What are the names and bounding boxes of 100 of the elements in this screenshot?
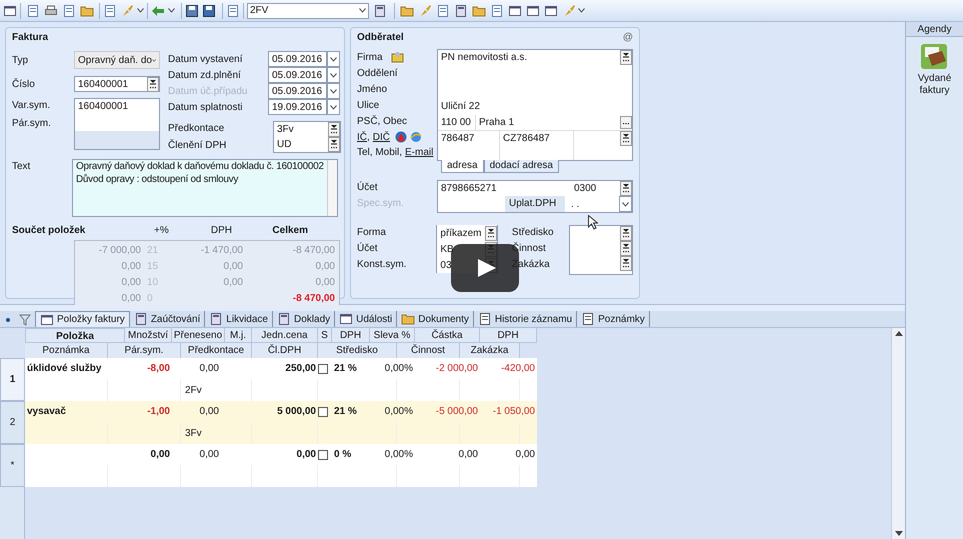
column-header[interactable]: Předkontace (181, 343, 252, 358)
lookup-button[interactable] (620, 241, 632, 256)
lookup-button[interactable] (620, 131, 632, 146)
document-icon[interactable] (490, 4, 504, 18)
grid-row[interactable]: vysavač -1,00 0,00 5 000,00 21 % 0,00% -5 000,00 -1 050,00 3Fv (25, 401, 537, 444)
column-header[interactable]: Středisko (318, 343, 397, 358)
preview-icon[interactable] (62, 4, 76, 18)
tab[interactable]: Likvidace (205, 311, 273, 327)
tab[interactable]: Poznámky (577, 311, 650, 327)
wallet-icon[interactable] (920, 43, 950, 71)
warning-icon[interactable] (395, 131, 408, 143)
checkbox[interactable] (318, 450, 328, 460)
folder-icon[interactable] (472, 4, 486, 18)
exit-icon[interactable] (3, 4, 17, 18)
ic-link[interactable]: IČ (357, 130, 367, 144)
row-header[interactable]: * (0, 444, 25, 487)
column-header[interactable]: Sleva % (370, 328, 415, 343)
lookup-button[interactable] (620, 181, 632, 196)
row-header[interactable]: 2 (0, 401, 25, 444)
folder-icon[interactable] (400, 4, 414, 18)
dropdown-button[interactable] (327, 51, 340, 67)
tab[interactable]: Zaúčtování (130, 311, 206, 327)
address-tab[interactable]: adresa (441, 160, 484, 173)
save-icon[interactable] (202, 4, 216, 18)
column-header[interactable]: Částka (415, 328, 480, 343)
scrollbar[interactable] (326, 160, 337, 216)
dic-link[interactable]: DIČ (372, 130, 390, 144)
dropdown-button[interactable] (327, 99, 340, 115)
copy-icon[interactable] (26, 4, 40, 18)
printer-icon[interactable] (44, 4, 58, 18)
column-header[interactable]: Pár.sym. (108, 343, 181, 358)
lookup-button[interactable] (620, 226, 632, 241)
column-header[interactable]: Zakázka (460, 343, 520, 358)
checkbox[interactable] (318, 364, 328, 374)
column-header[interactable]: Čl.DPH (252, 343, 318, 358)
date-field[interactable]: 05.09.2016 (268, 51, 327, 67)
column-header[interactable]: Činnost (397, 343, 460, 358)
folder-icon[interactable] (80, 4, 94, 18)
tab[interactable]: Doklady (273, 311, 336, 327)
agenda-item[interactable]: Vydané faktury (906, 73, 963, 97)
dropdown-button[interactable] (327, 83, 340, 99)
tab[interactable]: Události (335, 311, 398, 327)
globe-icon[interactable] (410, 131, 422, 143)
dropdown-button[interactable] (327, 67, 340, 83)
record-combo[interactable]: 2FV (247, 2, 369, 18)
window-icon[interactable] (40, 312, 54, 326)
tab[interactable]: Dokumenty (397, 311, 474, 327)
column-header[interactable]: Množství (125, 328, 172, 343)
input-field[interactable]: 3Fv (274, 122, 340, 137)
column-header[interactable]: M.j. (225, 328, 252, 343)
lookup-button[interactable] (620, 256, 632, 271)
grid-row[interactable]: 0,00 0,00 0,00 0 % 0,00% 0,00 0,00 (25, 444, 537, 487)
window-icon[interactable] (508, 4, 522, 18)
symbol-box[interactable]: 160400001 (74, 98, 160, 150)
scroll-down-icon[interactable] (894, 531, 902, 537)
lookup-button[interactable] (484, 226, 497, 240)
save-icon[interactable] (185, 4, 199, 18)
column-header[interactable]: Položka (25, 328, 125, 343)
dropdown-button[interactable] (619, 196, 632, 212)
document-icon[interactable] (436, 4, 450, 18)
table-cell-text: 0,00% (384, 448, 414, 462)
lookup-button[interactable] (328, 122, 340, 137)
document-icon[interactable] (478, 312, 492, 326)
type-select[interactable]: Opravný daň. do (74, 51, 160, 69)
calculator-icon[interactable] (454, 4, 468, 18)
browse-button[interactable] (620, 116, 632, 128)
input-field[interactable]: příkazem (436, 225, 498, 241)
column-header[interactable]: Jedn.cena (252, 328, 318, 343)
column-header[interactable]: Poznámka (25, 343, 108, 358)
person-card-icon[interactable] (390, 51, 404, 63)
window-icon[interactable] (339, 312, 354, 326)
email-link[interactable]: E-mail (405, 145, 434, 160)
lookup-button[interactable] (147, 76, 159, 92)
address-box[interactable]: PN nemovitosti a.s. Uliční 22 110 00 Praha 1 786487 CZ786487 (437, 49, 633, 161)
document-icon[interactable] (581, 312, 596, 326)
date-field[interactable]: 19.09.2016 (268, 99, 327, 115)
row-header[interactable]: 1 (0, 358, 25, 401)
copy-icon[interactable] (226, 4, 240, 18)
tab[interactable]: Položky faktury (35, 311, 130, 327)
input-field[interactable]: 160400001 (74, 76, 160, 92)
checkbox[interactable] (318, 406, 328, 416)
scroll-up-icon[interactable] (894, 330, 902, 336)
lookup-button[interactable] (328, 137, 340, 152)
document-icon[interactable] (103, 4, 117, 18)
window-icon[interactable] (526, 4, 540, 18)
account-box[interactable]: 8798665271 0300 Uplat.DPH . . (437, 180, 633, 213)
tab[interactable]: Historie záznamu (474, 311, 578, 327)
input-field[interactable]: UD (274, 137, 340, 152)
lookup-button[interactable] (620, 50, 632, 65)
address-tab[interactable]: dodací adresa (484, 160, 559, 173)
column-header[interactable]: DPH (332, 328, 370, 343)
text-area[interactable]: Opravný daňový doklad k daňovému dokladu č. 160100002 Důvod opravy : odstoupení od smlouvy (72, 159, 338, 217)
column-header[interactable]: Přeneseno (172, 328, 225, 343)
date-field[interactable]: 05.09.2016 (268, 67, 327, 83)
scrollbar[interactable] (891, 328, 905, 539)
mouse-pointer-icon (588, 215, 598, 230)
column-header[interactable]: DPH (480, 328, 537, 343)
arrow-left-icon[interactable] (151, 4, 165, 18)
column-header[interactable]: S (318, 328, 332, 343)
window-icon[interactable] (544, 4, 558, 18)
